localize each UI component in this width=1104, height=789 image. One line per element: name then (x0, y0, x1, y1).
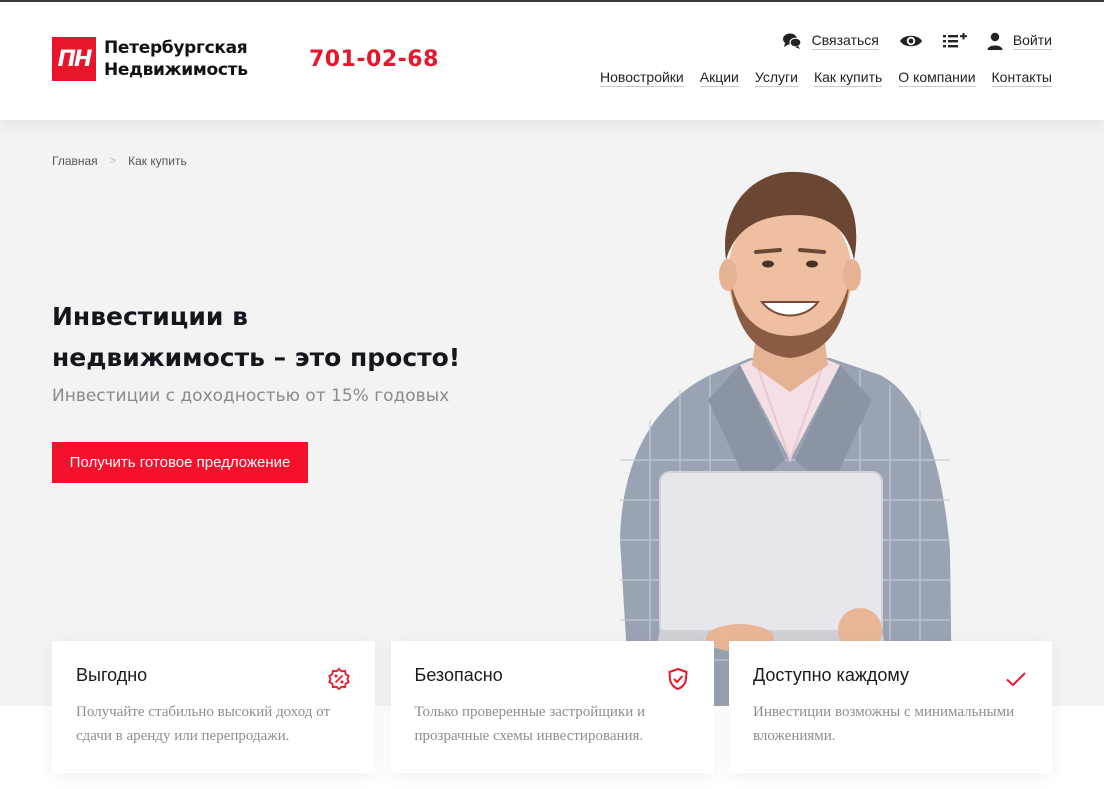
main-nav: Новостройки Акции Услуги Как купить О ко… (584, 69, 1052, 87)
features-row: Выгодно Получайте стабильно высокий дохо… (52, 641, 1052, 773)
nav-item-novostroyki[interactable]: Новостройки (600, 69, 684, 87)
logo-line-1: Петербургская (104, 38, 248, 58)
title-line-1: Инвестиции в (52, 302, 248, 331)
feature-text: Только проверенные застройщики и прозрач… (414, 704, 646, 744)
contact-link[interactable]: Связаться (782, 32, 879, 50)
breadcrumb-current: Как купить (128, 154, 187, 168)
site-header: ПН Петербургская Недвижимость 701-02-68 … (0, 2, 1104, 120)
contact-label: Связаться (811, 32, 879, 50)
get-offer-button[interactable]: Получить готовое предложение (52, 442, 308, 483)
feature-text: Получайте стабильно высокий доход от сда… (76, 704, 331, 744)
feature-card: Выгодно Получайте стабильно высокий дохо… (52, 641, 375, 773)
nav-item-o-kompanii[interactable]: О компании (898, 69, 976, 87)
compare-list-button[interactable] (942, 33, 967, 49)
login-label: Войти (1012, 32, 1052, 50)
feature-card: Безопасно Только проверенные застройщики… (390, 641, 714, 773)
title-line-2: недвижимость – это просто! (52, 343, 461, 372)
chat-icon (782, 32, 802, 50)
list-add-icon (942, 33, 967, 49)
breadcrumb-home[interactable]: Главная (52, 154, 98, 168)
feature-title: Выгодно (76, 665, 148, 685)
nav-item-aktsii[interactable]: Акции (699, 69, 739, 87)
logo-line-2: Недвижимость (104, 60, 248, 80)
nav-item-kontakty[interactable]: Контакты (991, 69, 1052, 87)
nav-item-kak-kupit[interactable]: Как купить (813, 69, 883, 87)
feature-title: Безопасно (414, 665, 503, 685)
phone-number[interactable]: 701-02-68 (309, 47, 439, 72)
feature-text: Инвестиции возможны с минимальными вложе… (753, 704, 1015, 744)
businessman-with-laptop-image (620, 171, 952, 706)
logo-text: Петербургская Недвижимость (104, 37, 248, 81)
logo-mark: ПН (52, 37, 96, 81)
nav-item-uslugi[interactable]: Услуги (754, 69, 798, 87)
user-icon (987, 32, 1003, 50)
accessibility-toggle[interactable] (899, 33, 923, 49)
hero-subtitle: Инвестиции с доходностью от 15% годовых (52, 386, 450, 406)
feature-card: Доступно каждому Инвестиции возможны с м… (729, 641, 1052, 773)
shield-check-icon (667, 667, 688, 691)
percent-badge-icon (328, 667, 350, 691)
hero-section: Главная > Как купить Инвестиции в недвиж… (0, 120, 1104, 706)
breadcrumb: Главная > Как купить (52, 154, 187, 168)
checkmark-icon (1006, 672, 1026, 687)
feature-title: Доступно каждому (753, 665, 909, 685)
eye-icon (899, 33, 923, 49)
login-link[interactable]: Войти (987, 32, 1052, 50)
logo[interactable]: ПН Петербургская Недвижимость (52, 37, 248, 81)
header-utilities: Связаться Войти (762, 30, 1052, 52)
breadcrumb-separator-icon: > (109, 155, 117, 167)
page-title: Инвестиции в недвижимость – это просто! (52, 296, 472, 378)
